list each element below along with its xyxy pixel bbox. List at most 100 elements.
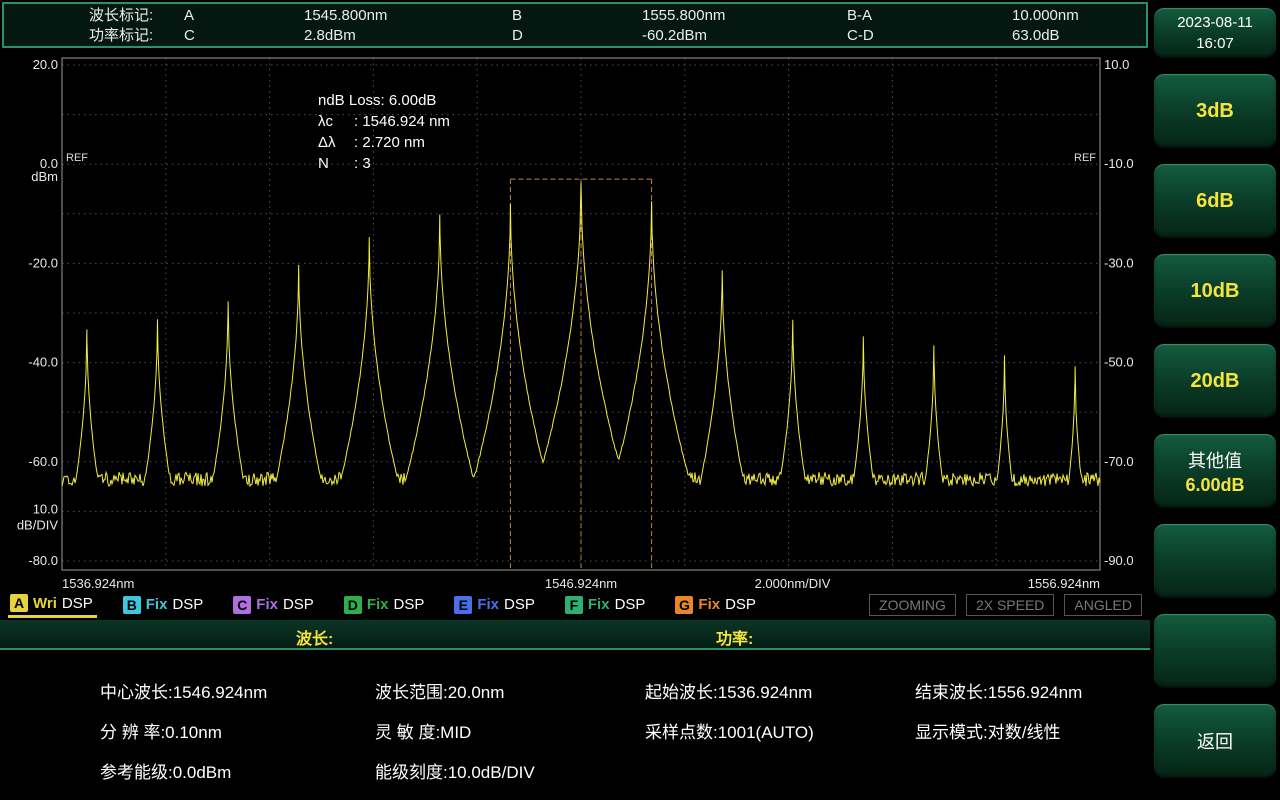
trace-c-dsp: DSP <box>282 596 314 613</box>
measurement-annotations: ndB Loss: 6.00dB λc: 1546.924 nm Δλ: 2.7… <box>318 90 450 174</box>
zooming-toggle[interactable]: ZOOMING <box>869 594 956 616</box>
info-sensitivity: 灵 敏 度:MID <box>375 722 472 742</box>
marker-c-value: 2.8dBm <box>304 27 356 44</box>
softkey-other-value[interactable]: 其他值 6.00dB <box>1154 434 1276 508</box>
trace-legend: A Wri DSP B Fix DSP C Fix DSP D Fix DSP … <box>0 592 1150 618</box>
axis-tick-label: -40.0 <box>28 355 58 370</box>
wavelength-marker-label: 波长标记: <box>89 7 154 24</box>
other-value-amount: 6.00dB <box>1185 474 1245 495</box>
datetime-button[interactable]: 2023-08-11 16:07 <box>1154 8 1276 58</box>
marker-c: C <box>184 27 195 44</box>
trace-g-badge: G <box>675 595 694 614</box>
trace-a-badge: A <box>10 594 28 612</box>
info-sampling-points: 采样点数:1001(AUTO) <box>645 722 814 742</box>
trace-f-badge: F <box>564 595 583 614</box>
marker-b-a-value: 10.000nm <box>1012 7 1079 24</box>
softkey-6db[interactable]: 6dB <box>1154 164 1276 238</box>
softkey-empty-1[interactable] <box>1154 524 1276 598</box>
power-marker-row: 功率标记: C 2.8dBm D -60.2dBm C-D 63.0dB <box>89 26 1146 46</box>
trace-d-mode: Fix <box>366 596 389 613</box>
back-button[interactable]: 返回 <box>1154 704 1276 778</box>
marker-b-value: 1555.800nm <box>642 7 726 24</box>
info-resolution: 分 辨 率:0.10nm <box>100 722 222 742</box>
other-value-label: 其他值 <box>1188 450 1242 471</box>
trace-b-mode: Fix <box>145 596 168 613</box>
osa-screen: 波长标记: A 1545.800nm B 1555.800nm B-A 10.0… <box>0 0 1280 800</box>
trace-a-dsp: DSP <box>61 594 93 612</box>
trace-d[interactable]: D Fix DSP <box>342 594 429 617</box>
marker-b-a: B-A <box>847 7 873 24</box>
section-band: 波长: 功率: <box>0 620 1150 650</box>
info-display-mode: 显示模式:对数/线性 <box>915 722 1061 742</box>
marker-c-d: C-D <box>847 27 874 44</box>
marker-b: B <box>512 7 523 24</box>
marker-d: D <box>512 27 523 44</box>
trace-e[interactable]: E Fix DSP <box>452 594 539 617</box>
trace-c-mode: Fix <box>256 596 278 613</box>
trace-e-mode: Fix <box>477 596 500 613</box>
axis-tick-label: dB/DIV <box>17 517 59 532</box>
softkey-20db[interactable]: 20dB <box>1154 344 1276 418</box>
trace-d-dsp: DSP <box>393 596 425 613</box>
settings-info-panel: 中心波长:1546.924nm 波长范围:20.0nm 起始波长:1536.92… <box>0 654 1150 800</box>
trace-g-dsp: DSP <box>725 596 756 613</box>
date-label: 2023-08-11 <box>1177 14 1253 31</box>
time-label: 16:07 <box>1196 35 1234 52</box>
axis-tick-label: 1556.924nm <box>1028 576 1100 591</box>
trace-e-dsp: DSP <box>504 596 535 613</box>
power-marker-label: 功率标记: <box>89 27 154 44</box>
axis-tick-label: -10.0 <box>1104 156 1134 171</box>
softkey-3db[interactable]: 3dB <box>1154 74 1276 148</box>
softkey-sidebar: 2023-08-11 16:07 3dB 6dB 10dB 20dB 其他值 6… <box>1150 0 1280 800</box>
marker-a: A <box>184 7 195 24</box>
axis-tick-label: -50.0 <box>1104 355 1134 370</box>
axis-tick-label: -70.0 <box>1104 454 1134 469</box>
annotation-center-wavelength: λc: 1546.924 nm <box>318 113 450 130</box>
axis-tick-label: -90.0 <box>1104 553 1134 568</box>
trace-b[interactable]: B Fix DSP <box>121 594 208 617</box>
trace-b-badge: B <box>122 595 141 614</box>
info-start-wavelength: 起始波长:1536.924nm <box>645 682 813 702</box>
marker-c-d-value: 63.0dB <box>1012 27 1060 44</box>
trace-a-mode: Wri <box>33 594 57 612</box>
info-level-scale: 能级刻度:10.0dB/DIV <box>375 762 535 782</box>
wavelength-section-label: 波长: <box>296 631 334 648</box>
info-stop-wavelength: 结束波长:1556.924nm <box>915 682 1083 702</box>
spectrum-plot: 20.00.0-20.0-40.0-60.0-80.0dBm10.0dB/DIV… <box>17 57 1134 591</box>
trace-a[interactable]: A Wri DSP <box>8 592 97 618</box>
axis-tick-label: 10.0 <box>1104 57 1129 72</box>
wavelength-marker-row: 波长标记: A 1545.800nm B 1555.800nm B-A 10.0… <box>89 6 1146 26</box>
power-section-label: 功率: <box>716 631 754 648</box>
axis-tick-label: -60.0 <box>28 454 58 469</box>
axis-tick-label: 2.000nm/DIV <box>755 576 831 591</box>
trace-f-dsp: DSP <box>614 596 646 613</box>
angled-toggle[interactable]: ANGLED <box>1064 594 1142 616</box>
trace-c[interactable]: C Fix DSP <box>231 594 318 617</box>
marker-readout-header: 波长标记: A 1545.800nm B 1555.800nm B-A 10.0… <box>2 2 1148 48</box>
speed-toggle[interactable]: 2X SPEED <box>965 594 1055 616</box>
axis-tick-label: 1536.924nm <box>62 576 134 591</box>
axis-tick-label: 20.0 <box>33 57 58 72</box>
trace-d-badge: D <box>343 595 362 614</box>
marker-a-value: 1545.800nm <box>304 7 388 24</box>
trace-f-mode: Fix <box>587 596 610 613</box>
trace-g[interactable]: G Fix DSP <box>673 594 760 617</box>
trace-b-dsp: DSP <box>172 596 204 613</box>
axis-tick-label: -80.0 <box>28 553 58 568</box>
axis-tick-label: -30.0 <box>1104 255 1134 270</box>
info-center-wavelength: 中心波长:1546.924nm <box>100 682 268 702</box>
info-ref-level: 参考能级:0.0dBm <box>100 762 232 782</box>
spectrum-chart: 20.0 0.0 -20.0 -40.0 -60.0 -80.0 dBm 10.0 dB/DIV… <box>0 48 1150 594</box>
axis-tick-label: -20.0 <box>28 255 58 270</box>
softkey-10db[interactable]: 10dB <box>1154 254 1276 328</box>
status-indicators: ZOOMING 2X SPEED ANGLED <box>869 594 1142 616</box>
ref-label-left: REF <box>66 152 88 164</box>
marker-d-value: -60.2dBm <box>642 27 708 44</box>
info-span: 波长范围:20.0nm <box>375 682 505 702</box>
trace-f[interactable]: F Fix DSP <box>563 594 650 617</box>
softkey-empty-2[interactable] <box>1154 614 1276 688</box>
ref-label-right: REF <box>1074 152 1096 164</box>
trace-g-mode: Fix <box>698 596 721 613</box>
axis-tick-label: dBm <box>31 169 58 184</box>
trace-c-badge: C <box>233 595 252 614</box>
